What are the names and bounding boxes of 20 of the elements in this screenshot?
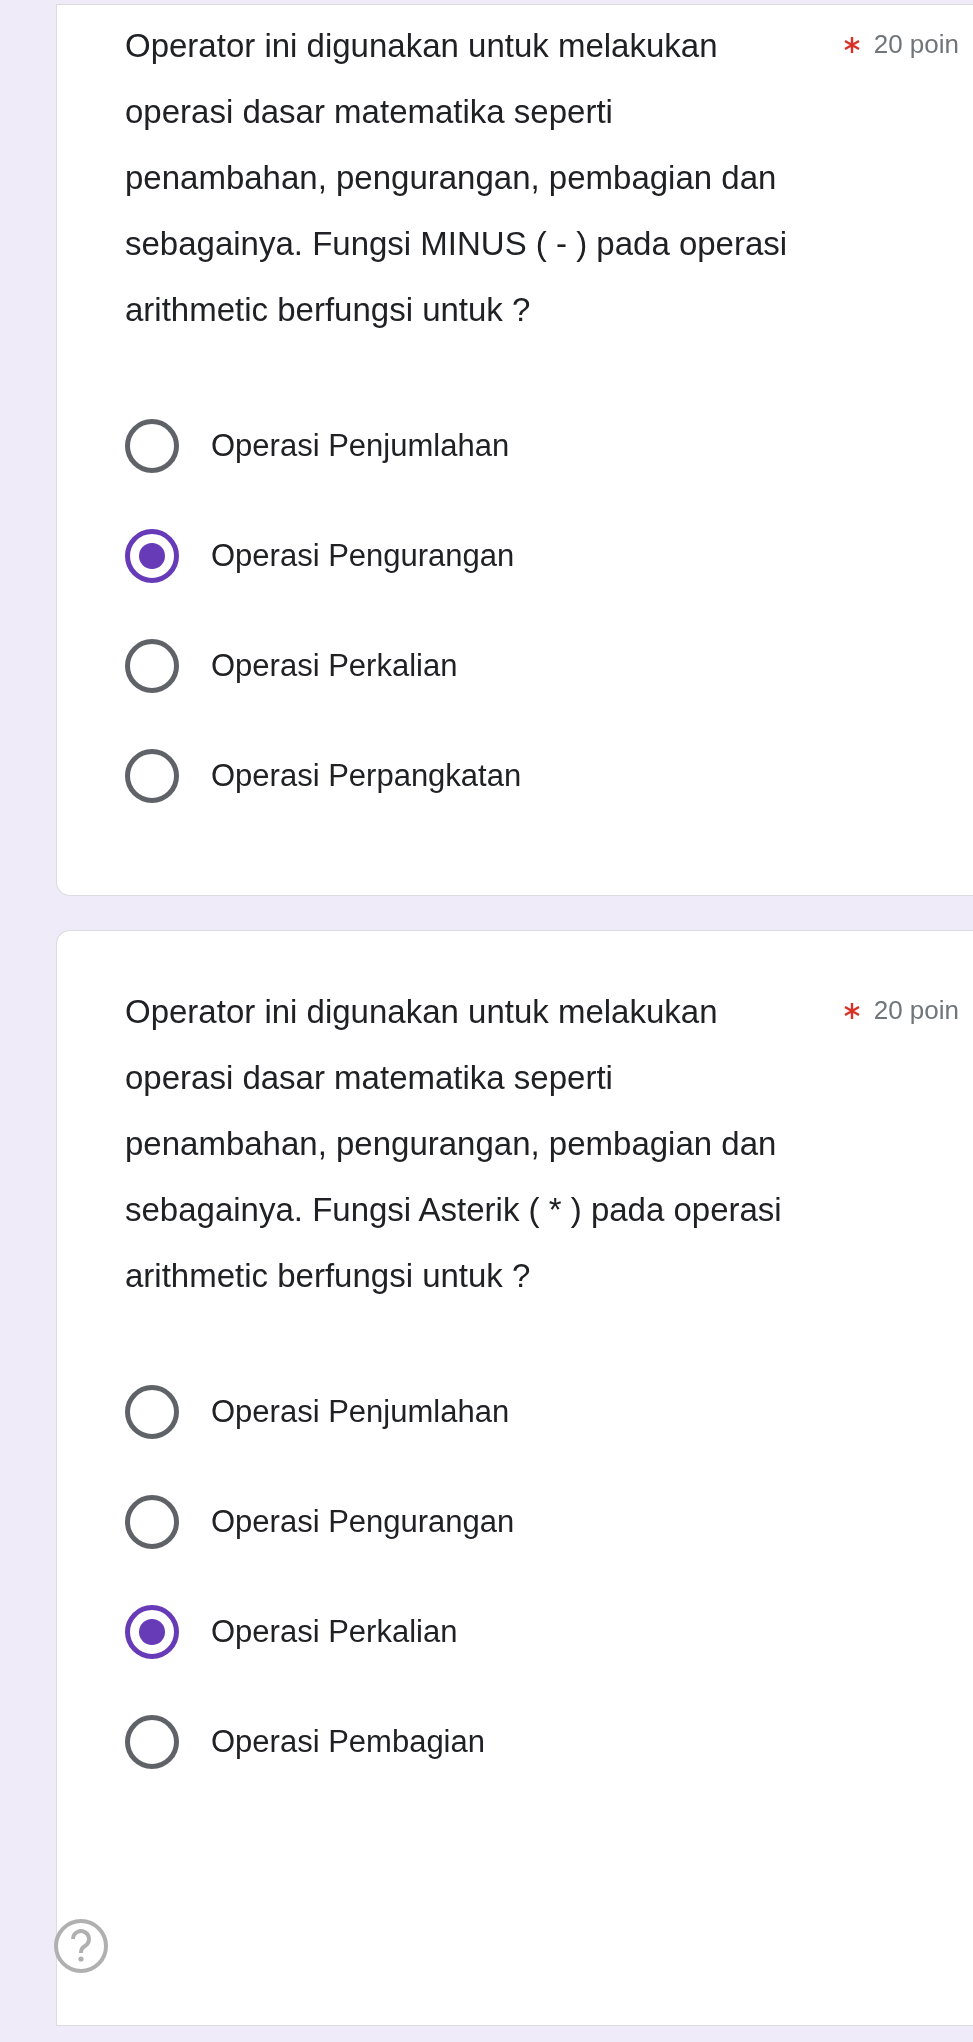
question-text: Operator ini digunakan untuk melakukan operasi dasar matematika seperti penambahan, pengurangan, pembagian dan sebagainya. Fungsi MINUS ( - ) pada operasi arithmetic berfungsi untuk ? <box>125 26 789 330</box>
radio-button[interactable] <box>125 1385 179 1439</box>
radio-button[interactable] <box>125 1495 179 1549</box>
option-label[interactable]: Operasi Perkalian <box>211 642 458 690</box>
radio-button[interactable] <box>125 1605 179 1659</box>
radio-button[interactable] <box>125 1715 179 1769</box>
radio-button[interactable] <box>125 419 179 473</box>
option-label[interactable]: Operasi Perpangkatan <box>211 752 522 800</box>
points-label: 20 poin <box>873 994 959 1027</box>
points-label: 20 poin <box>873 28 959 61</box>
radio-button[interactable] <box>125 749 179 803</box>
radio-button[interactable] <box>125 529 179 583</box>
option-label[interactable]: Operasi Pembagian <box>211 1718 485 1766</box>
option-label[interactable]: Operasi Penjumlahan <box>211 1388 510 1436</box>
option-label[interactable]: Operasi Penjumlahan <box>211 422 510 470</box>
option-label[interactable]: Operasi Perkalian <box>211 1608 458 1656</box>
option-label[interactable]: Operasi Pengurangan <box>211 1498 515 1546</box>
question-text: Operator ini digunakan untuk melakukan operasi dasar matematika seperti penambahan, pengurangan, pembagian dan sebagainya. Fungsi Asterik ( * ) pada operasi arithmetic berfungsi untuk ? <box>125 992 783 1296</box>
option-label[interactable]: Operasi Pengurangan <box>211 532 515 580</box>
radio-button[interactable] <box>125 639 179 693</box>
